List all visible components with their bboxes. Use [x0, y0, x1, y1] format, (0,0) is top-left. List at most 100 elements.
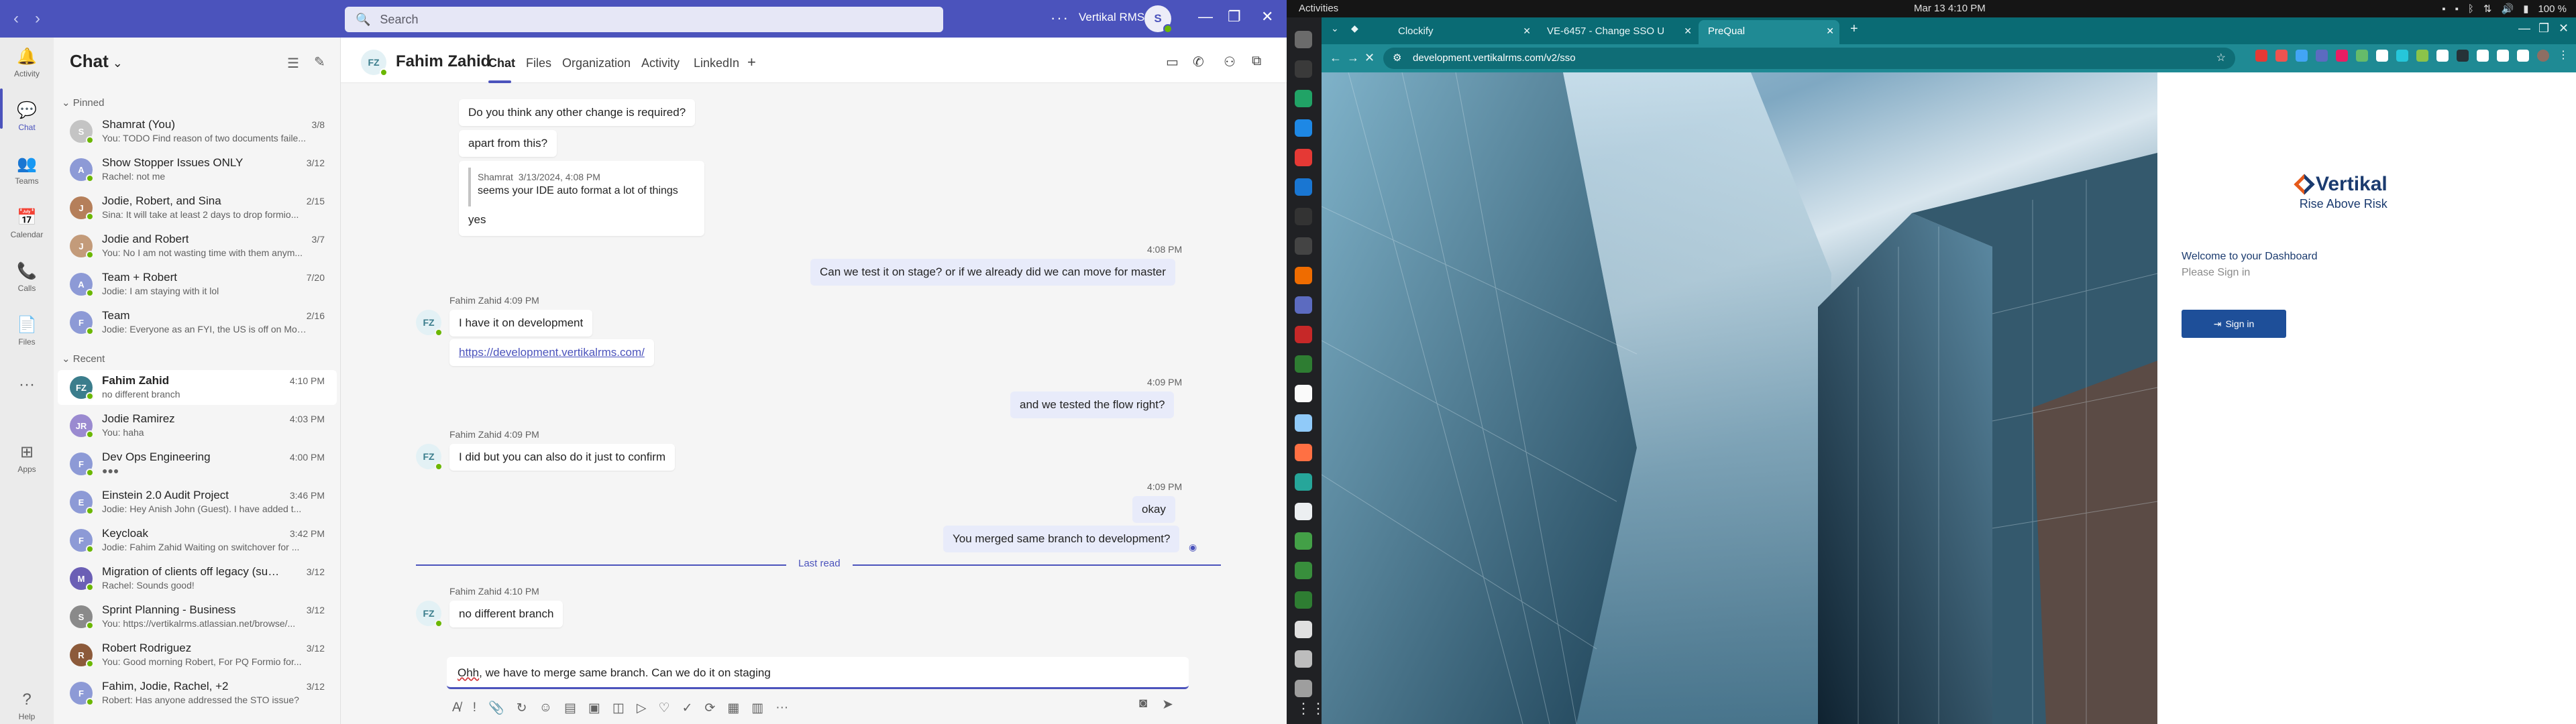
browser-tab-active[interactable]: PreQual ✕	[1699, 20, 1839, 44]
attach-icon[interactable]: 📎	[488, 700, 504, 716]
chat-list-item[interactable]: JR Jodie Ramirez You: haha 4:03 PM	[58, 408, 337, 443]
minimize-icon[interactable]: —	[1198, 8, 1213, 25]
chat-list-item[interactable]: F Keycloak Jodie: Fahim Zahid Waiting on s…	[58, 523, 337, 558]
chat-list-title[interactable]: Chat ⌄	[70, 51, 123, 72]
extension-icon[interactable]	[2436, 50, 2449, 62]
chat-list-item[interactable]: F Dev Ops Engineering ●●● 4:00 PM	[58, 446, 337, 481]
chat-list-item[interactable]: FZ Fahim Zahid no different branch 4:10 PM	[58, 370, 337, 405]
dock-app-icon[interactable]	[1295, 532, 1312, 550]
system-tray[interactable]: ▪ ▪ ᛒ ⇅ 🔊 ▮ 100 %	[2442, 3, 2567, 15]
extension-icon[interactable]	[2396, 50, 2408, 62]
recent-section[interactable]: ⌄ Recent	[62, 353, 105, 365]
forward-icon[interactable]: →	[1347, 51, 1359, 65]
forms-icon[interactable]: ▥	[751, 701, 763, 716]
chat-list-item[interactable]: J Jodie, Robert, and Sina Sina: It will ta…	[58, 190, 337, 225]
close-icon[interactable]: ✕	[2559, 21, 2569, 36]
minimize-icon[interactable]: —	[2518, 21, 2530, 36]
chat-list-item[interactable]: M Migration of clients off legacy (sunse.…	[58, 561, 337, 596]
sidebar-icon[interactable]	[2517, 50, 2529, 62]
close-icon[interactable]: ✕	[1261, 8, 1273, 25]
activities-button[interactable]: Activities	[1299, 3, 1338, 14]
dock-app-icon[interactable]	[1295, 60, 1312, 78]
format-icon[interactable]: A̸	[452, 701, 461, 715]
dock-app-icon[interactable]	[1295, 237, 1312, 255]
more-apps-icon[interactable]: ···	[775, 701, 788, 715]
forward-icon[interactable]: ›	[35, 9, 40, 28]
tab-linkedin[interactable]: LinkedIn	[694, 56, 739, 70]
profile-avatar[interactable]: S	[1144, 5, 1173, 34]
tab-close-icon[interactable]: ✕	[1826, 25, 1834, 37]
tab-search-icon[interactable]: ⌄	[1331, 23, 1339, 34]
profile-avatar[interactable]	[2537, 50, 2549, 62]
dock-app-icon[interactable]	[1295, 473, 1312, 491]
extension-icon[interactable]	[2275, 50, 2288, 62]
rail-item-teams[interactable]: 👥 Teams	[0, 154, 54, 186]
chat-list-item[interactable]: J Jodie and Robert You: No I am not wastin…	[58, 229, 337, 263]
updates-icon[interactable]: ⟳	[704, 701, 715, 716]
dock-app-icon[interactable]	[1295, 414, 1312, 432]
dock-app-icon[interactable]	[1295, 326, 1312, 343]
rail-item-activity[interactable]: 🔔 Activity	[0, 47, 54, 78]
rail-item-apps[interactable]: ⊞ Apps	[0, 442, 54, 474]
add-people-icon[interactable]: ⚇	[1224, 54, 1236, 70]
rail-item-help[interactable]: ? Help	[0, 690, 54, 721]
tab-close-icon[interactable]: ✕	[1684, 25, 1692, 37]
chrome-dock-icon[interactable]	[1295, 149, 1312, 166]
stream-icon[interactable]: ▷	[637, 701, 647, 716]
gif-icon[interactable]: ▤	[564, 701, 576, 716]
extension-icon[interactable]	[2457, 50, 2469, 62]
sticker-icon[interactable]: ▣	[588, 701, 600, 716]
stop-icon[interactable]: ✕	[1364, 51, 1375, 65]
extension-icon[interactable]	[2416, 50, 2428, 62]
video-call-icon[interactable]: ▭	[1166, 54, 1179, 70]
dock-app-icon[interactable]	[1295, 680, 1312, 697]
bookmark-star-icon[interactable]: ☆	[2216, 51, 2226, 64]
dock-app-icon[interactable]	[1295, 621, 1312, 638]
sign-in-button[interactable]: ⇥ Sign in	[2182, 310, 2286, 338]
extension-icon[interactable]	[2316, 50, 2328, 62]
clock[interactable]: Mar 13 4:10 PM	[1914, 3, 1986, 14]
extension-icon[interactable]	[2255, 50, 2267, 62]
maximize-icon[interactable]: ❐	[2538, 21, 2549, 36]
dock-app-icon[interactable]	[1295, 650, 1312, 668]
dock-app-icon[interactable]	[1295, 119, 1312, 137]
extensions-puzzle-icon[interactable]	[2497, 50, 2509, 62]
praise-icon[interactable]: ♡	[658, 701, 669, 716]
extension-icon[interactable]	[2477, 50, 2489, 62]
dock-app-icon[interactable]	[1295, 90, 1312, 107]
loop-icon[interactable]: ↻	[517, 701, 527, 716]
tab-favicon-icon[interactable]: ◆	[1351, 23, 1358, 34]
rail-item-more[interactable]: ···	[0, 375, 54, 397]
tab-activity[interactable]: Activity	[641, 56, 680, 70]
message-composer-input[interactable]: Ohh, we have to merge same branch. Can w…	[447, 657, 1189, 689]
add-tab-icon[interactable]: +	[747, 54, 756, 71]
dock-app-icon[interactable]	[1295, 591, 1312, 609]
onenote-icon[interactable]: ▦	[727, 701, 739, 716]
search-input[interactable]: 🔍 Search	[345, 7, 943, 32]
extension-icon[interactable]	[2376, 50, 2388, 62]
chat-list-item[interactable]: A Team + Robert Jodie: I am staying with i…	[58, 267, 337, 302]
terminal-dock-icon[interactable]	[1295, 208, 1312, 225]
teams-dock-icon[interactable]	[1295, 296, 1312, 314]
browser-tab[interactable]: Clockify ✕	[1389, 20, 1536, 44]
dock-app-icon[interactable]	[1295, 385, 1312, 402]
site-info-icon[interactable]: ⚙	[1393, 52, 1401, 64]
audio-call-icon[interactable]: ✆	[1193, 54, 1204, 70]
chat-list-item[interactable]: E Einstein 2.0 Audit Project Jodie: Hey An…	[58, 485, 337, 520]
tab-files[interactable]: Files	[526, 56, 551, 70]
chat-list-item[interactable]: S Shamrat (You) You: TODO Find reason of t…	[58, 114, 337, 149]
tab-close-icon[interactable]: ✕	[1523, 25, 1531, 37]
send-icon[interactable]: ➤	[1162, 696, 1173, 713]
rail-item-files[interactable]: 📄 Files	[0, 315, 54, 347]
firefox-dock-icon[interactable]	[1295, 444, 1312, 461]
dock-app-icon[interactable]	[1295, 267, 1312, 284]
dock-app-icon[interactable]	[1295, 31, 1312, 48]
message-link[interactable]: https://development.vertikalrms.com/	[449, 339, 654, 366]
record-video-icon[interactable]: ◙	[1139, 696, 1147, 713]
rail-item-calendar[interactable]: 📅 Calendar	[0, 208, 54, 239]
address-bar[interactable]: ⚙ development.vertikalrms.com/v2/sso ☆	[1383, 48, 2235, 69]
dock-app-icon[interactable]	[1295, 503, 1312, 520]
popout-icon[interactable]: ⧉	[1252, 54, 1261, 69]
filter-icon[interactable]: ☰	[287, 55, 299, 72]
chat-list-item[interactable]: R Robert Rodriguez You: Good morning Rober…	[58, 638, 337, 672]
